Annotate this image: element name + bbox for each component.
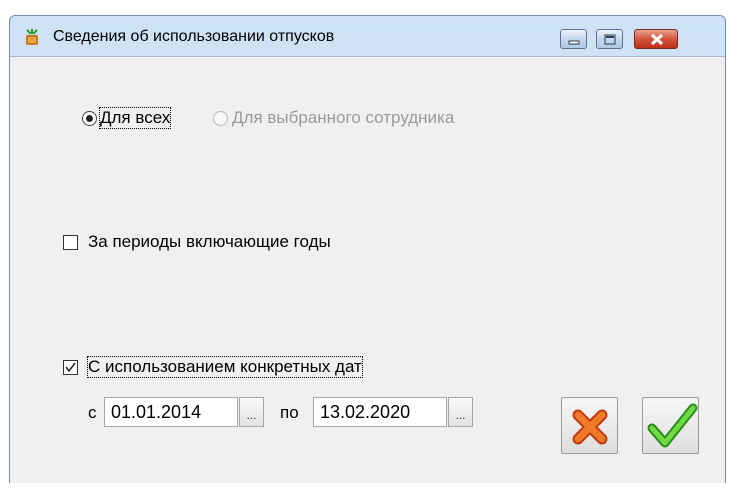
- green-check-icon: [647, 403, 698, 448]
- periods-checkbox[interactable]: [63, 235, 78, 250]
- date-to-picker-button[interactable]: ...: [448, 397, 473, 427]
- date-from-label: с: [88, 403, 97, 422]
- dates-checkbox[interactable]: [63, 360, 78, 375]
- date-from-input[interactable]: 01.01.2014: [104, 397, 238, 427]
- date-to-input[interactable]: 13.02.2020: [313, 397, 447, 427]
- periods-checkbox-label[interactable]: За периоды включающие годы: [88, 232, 331, 252]
- radio-for-selected-employee: [213, 111, 228, 126]
- maximize-button[interactable]: [596, 29, 623, 49]
- maximize-icon: [604, 34, 616, 45]
- close-button[interactable]: [634, 29, 678, 49]
- minimize-icon: [568, 40, 580, 45]
- date-from-picker-button[interactable]: ...: [239, 397, 264, 427]
- cancel-button[interactable]: [561, 397, 618, 454]
- close-icon: [650, 33, 664, 46]
- radio-for-all-label[interactable]: Для всех: [98, 107, 172, 129]
- app-icon: [26, 29, 38, 45]
- title-bar[interactable]: Сведения об использовании отпусков: [10, 16, 725, 56]
- window-title: Сведения об использовании отпусков: [53, 28, 335, 45]
- minimize-button[interactable]: [560, 29, 587, 49]
- date-to-label: по: [280, 403, 299, 422]
- radio-for-all[interactable]: [82, 111, 97, 126]
- dates-checkbox-label[interactable]: С использованием конкретных дат: [87, 356, 363, 378]
- ok-button[interactable]: [642, 397, 699, 454]
- checkmark-icon: [65, 362, 76, 373]
- radio-for-selected-employee-label: Для выбранного сотрудника: [232, 108, 455, 127]
- red-x-icon: [572, 409, 608, 445]
